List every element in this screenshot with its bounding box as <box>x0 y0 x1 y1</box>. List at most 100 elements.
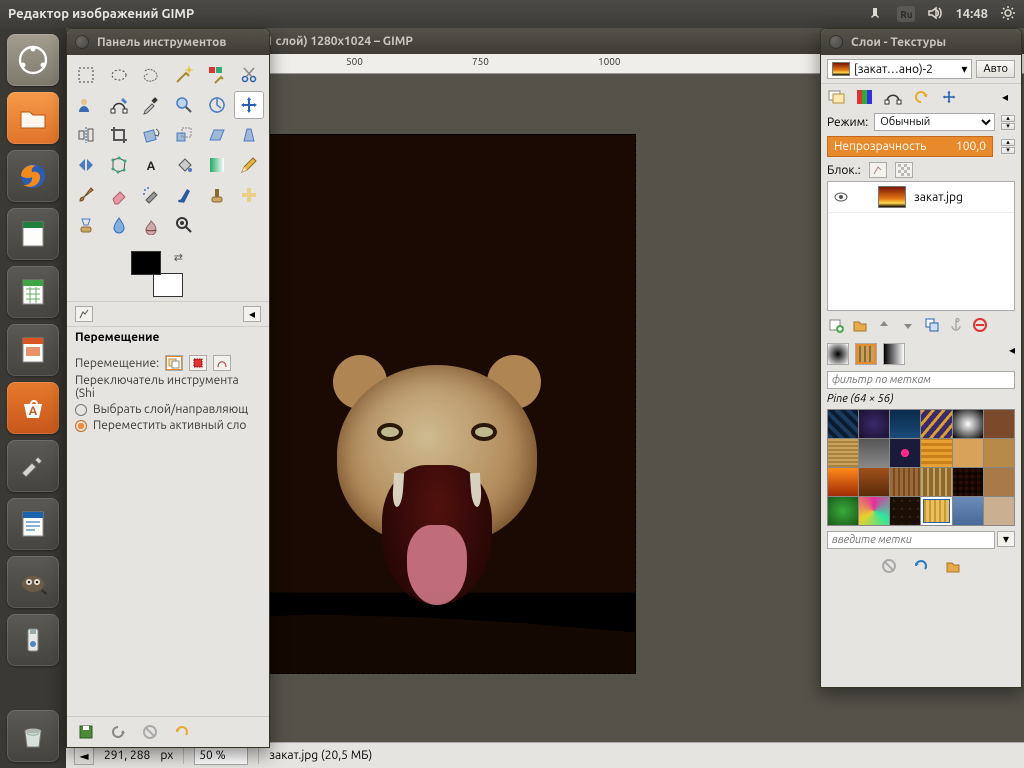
tool-pencil[interactable] <box>234 151 264 179</box>
tab-layers-icon[interactable] <box>827 88 847 106</box>
network-icon[interactable] <box>869 5 885 24</box>
fg-color[interactable] <box>131 251 161 275</box>
tool-cage[interactable] <box>104 151 134 179</box>
system-gear-icon[interactable] <box>1000 5 1016 24</box>
layer-name[interactable]: закат.jpg <box>914 191 963 204</box>
pattern-swatch[interactable] <box>953 439 983 467</box>
tool-color-picker[interactable] <box>136 91 166 119</box>
color-swatches[interactable]: ⇄ <box>131 251 183 297</box>
pattern-swatch[interactable] <box>828 439 858 467</box>
lock-pixels-icon[interactable] <box>869 162 887 178</box>
opacity-slider[interactable]: Непрозрачность 100,0 <box>827 136 993 157</box>
tab-undo-history-icon[interactable] <box>911 88 931 106</box>
pattern-swatch[interactable] <box>984 439 1014 467</box>
volume-icon[interactable] <box>927 5 943 24</box>
tool-shear[interactable] <box>202 121 232 149</box>
pattern-swatch[interactable] <box>859 468 889 496</box>
toolopt-delete-icon[interactable] <box>141 723 159 741</box>
tool-flip[interactable] <box>71 151 101 179</box>
radio-move-active[interactable] <box>75 420 87 432</box>
pattern-swatch[interactable] <box>984 497 1014 525</box>
brushes-tab-icon[interactable] <box>827 343 849 365</box>
zoom-field[interactable]: 50 % <box>194 746 248 765</box>
tool-perspective[interactable] <box>234 121 264 149</box>
pattern-swatch[interactable] <box>890 439 920 467</box>
pattern-filter-input[interactable] <box>827 371 1015 389</box>
visibility-icon[interactable] <box>834 190 848 204</box>
pattern-swatch[interactable] <box>828 468 858 496</box>
pattern-refresh-icon[interactable] <box>912 557 930 575</box>
tool-measure[interactable] <box>202 91 232 119</box>
tool-ellipse-select[interactable] <box>104 61 134 89</box>
move-mode-layer[interactable] <box>165 355 183 371</box>
new-layer-icon[interactable] <box>827 316 845 334</box>
tool-foreground-select[interactable] <box>71 91 101 119</box>
patterns-tab-icon[interactable] <box>855 343 877 365</box>
tab-channels-icon[interactable] <box>855 88 875 106</box>
pattern-swatch[interactable] <box>921 497 951 525</box>
toolopt-restore-icon[interactable] <box>109 723 127 741</box>
tool-zoom[interactable] <box>169 91 199 119</box>
pattern-swatch[interactable] <box>921 468 951 496</box>
tab-move-icon[interactable] <box>939 88 959 106</box>
tool-dodge-burn[interactable] <box>169 211 199 239</box>
tool-align[interactable] <box>71 121 101 149</box>
tool-airbrush[interactable] <box>136 181 166 209</box>
close-icon[interactable] <box>829 35 843 49</box>
tool-scale[interactable] <box>169 121 199 149</box>
tool-free-select[interactable] <box>136 61 166 89</box>
delete-layer-icon[interactable] <box>971 316 989 334</box>
tool-blend[interactable] <box>202 151 232 179</box>
tool-smudge[interactable] <box>136 211 166 239</box>
pattern-edit-icon[interactable] <box>880 557 898 575</box>
mode-up[interactable]: ▴ <box>1001 115 1015 122</box>
launcher-software-center[interactable]: A <box>7 382 59 434</box>
opacity-down[interactable]: ▾ <box>1001 147 1015 154</box>
image-selector-dropdown[interactable]: [закат…ано)-2▾ <box>827 59 972 79</box>
mode-down[interactable]: ▾ <box>1001 123 1015 130</box>
pattern-tags-input[interactable] <box>827 531 995 549</box>
tool-text[interactable]: A <box>136 151 166 179</box>
lock-alpha-icon[interactable] <box>895 162 913 178</box>
swap-colors-icon[interactable]: ⇄ <box>174 251 183 264</box>
tool-perspective-clone[interactable] <box>71 211 101 239</box>
tool-fuzzy-select[interactable] <box>169 61 199 89</box>
launcher-gimp[interactable] <box>7 556 59 608</box>
tool-options-tab-icon[interactable] <box>75 306 93 322</box>
tool-rotate[interactable] <box>136 121 166 149</box>
status-unit[interactable]: px <box>160 749 173 762</box>
status-nav-icon[interactable]: ◄ <box>74 747 94 765</box>
pattern-swatch[interactable] <box>890 410 920 438</box>
tab-paths-icon[interactable] <box>883 88 903 106</box>
tool-heal[interactable] <box>234 181 264 209</box>
anchor-layer-icon[interactable] <box>947 316 965 334</box>
pattern-swatch[interactable] <box>921 439 951 467</box>
launcher-usb-creator[interactable] <box>7 614 59 666</box>
pattern-swatch[interactable] <box>984 410 1014 438</box>
tool-scissors[interactable] <box>234 61 264 89</box>
pattern-swatch[interactable] <box>921 410 951 438</box>
pattern-swatch[interactable] <box>890 497 920 525</box>
opacity-up[interactable]: ▴ <box>1001 139 1015 146</box>
toolopt-save-icon[interactable] <box>77 723 95 741</box>
bg-color[interactable] <box>153 273 183 297</box>
tool-paths[interactable] <box>104 91 134 119</box>
launcher-settings[interactable] <box>7 440 59 492</box>
gradients-tab-icon[interactable] <box>883 343 905 365</box>
tab-menu-icon[interactable]: ◂ <box>995 88 1015 106</box>
layer-down-icon[interactable] <box>899 316 917 334</box>
pattern-swatch[interactable] <box>828 410 858 438</box>
tool-crop[interactable] <box>104 121 134 149</box>
launcher-firefox[interactable] <box>7 150 59 202</box>
tags-dropdown-icon[interactable]: ▾ <box>997 531 1015 547</box>
keyboard-layout-indicator[interactable]: Ru <box>897 6 915 22</box>
launcher-files[interactable] <box>7 92 59 144</box>
tool-rect-select[interactable] <box>71 61 101 89</box>
tool-eraser[interactable] <box>104 181 134 209</box>
clock[interactable]: 14:48 <box>955 7 988 21</box>
tool-bucket-fill[interactable] <box>169 151 199 179</box>
move-mode-path[interactable] <box>213 355 231 371</box>
tool-ink[interactable] <box>169 181 199 209</box>
pattern-swatch[interactable] <box>859 410 889 438</box>
pattern-swatch[interactable] <box>859 497 889 525</box>
